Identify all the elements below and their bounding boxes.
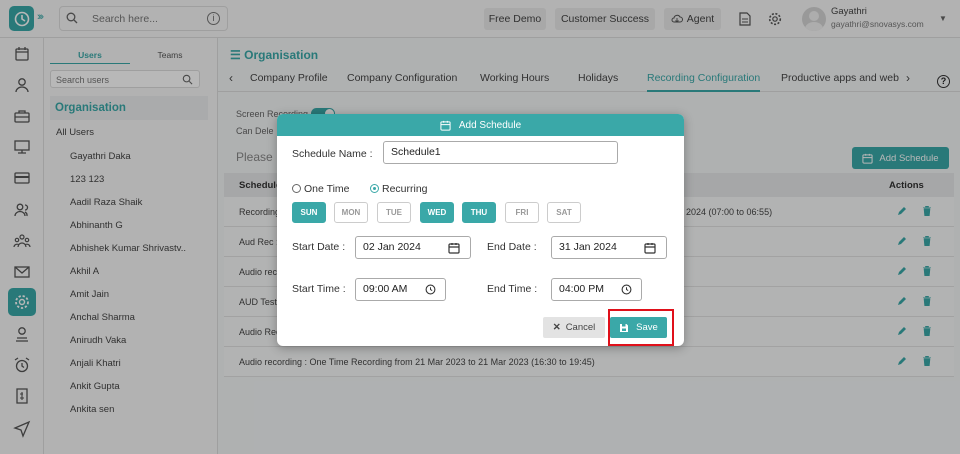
radio-recurring[interactable]: Recurring [370, 183, 428, 195]
start-date-input[interactable]: 02 Jan 2024 [355, 236, 471, 259]
start-date-value: 02 Jan 2024 [363, 241, 421, 253]
calendar-icon[interactable] [448, 242, 460, 254]
radio-one-time[interactable]: One Time [292, 183, 350, 195]
day-mon[interactable]: MON [334, 202, 368, 223]
close-icon: ✕ [552, 322, 561, 333]
end-date-input[interactable]: 31 Jan 2024 [551, 236, 667, 259]
end-time-label: End Time : [487, 283, 538, 295]
save-highlight-box [608, 309, 674, 346]
day-fri[interactable]: FRI [505, 202, 539, 223]
calendar-icon [440, 120, 451, 131]
day-sun[interactable]: SUN [292, 202, 326, 223]
clock-icon[interactable] [621, 284, 632, 295]
end-time-value: 04:00 PM [559, 283, 604, 295]
end-time-input[interactable]: 04:00 PM [551, 278, 642, 301]
day-wed[interactable]: WED [420, 202, 454, 223]
day-sat[interactable]: SAT [547, 202, 581, 223]
dialog-header: Add Schedule [277, 114, 684, 136]
dialog-title: Add Schedule [458, 119, 522, 131]
day-thu[interactable]: THU [462, 202, 496, 223]
cancel-label: Cancel [565, 322, 596, 333]
clock-icon[interactable] [425, 284, 436, 295]
calendar-icon[interactable] [644, 242, 656, 254]
schedule-name-input[interactable]: Schedule1 [383, 141, 618, 164]
radio-button-checked [370, 184, 379, 193]
start-time-label: Start Time : [292, 283, 346, 295]
end-date-value: 31 Jan 2024 [559, 241, 617, 253]
start-time-value: 09:00 AM [363, 283, 408, 295]
schedule-name-label: Schedule Name : [292, 148, 373, 160]
start-time-input[interactable]: 09:00 AM [355, 278, 446, 301]
day-tue[interactable]: TUE [377, 202, 411, 223]
cancel-button[interactable]: ✕ Cancel [543, 317, 605, 338]
end-date-label: End Date : [487, 241, 537, 253]
start-date-label: Start Date : [292, 241, 346, 253]
radio-one-time-label: One Time [304, 183, 350, 195]
radio-button-unchecked [292, 184, 301, 193]
radio-recurring-label: Recurring [382, 183, 428, 195]
